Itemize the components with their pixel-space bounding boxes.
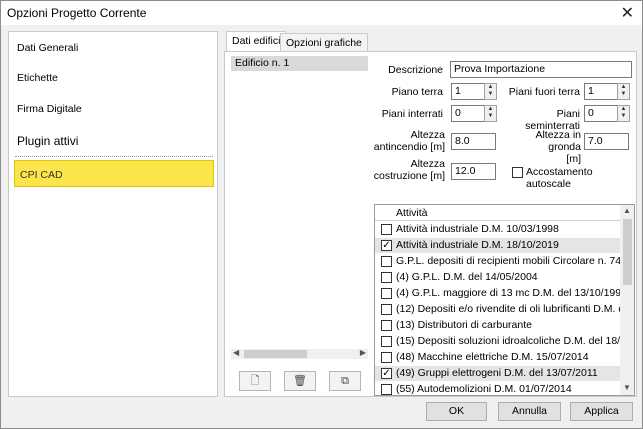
new-icon: 🗋 [250, 375, 260, 387]
attivita-checkbox[interactable] [381, 384, 392, 395]
title-bar: Opzioni Progetto Corrente ✕ [1, 1, 642, 25]
altezza-costruzione-label-line1: Altezza [410, 158, 445, 170]
tab-dati-edifici[interactable]: Dati edifici [226, 31, 287, 52]
scroll-thumb[interactable] [244, 350, 307, 358]
accostamento-label: Accostamento autoscale [526, 166, 593, 190]
attivita-header-label: Attività [396, 207, 428, 219]
window-title: Opzioni Progetto Corrente [7, 6, 147, 20]
sidebar-item-firma-digitale[interactable]: Firma Digitale [17, 103, 82, 115]
piani-fuori-terra-label: Piani fuori terra [508, 86, 580, 98]
altezza-costruzione-label: Altezza costruzione [m] [365, 158, 445, 182]
descrizione-label: Descrizione [388, 64, 443, 76]
altezza-gronda-label: Altezza in gronda [m] [501, 129, 581, 165]
attivita-row[interactable]: ✓ (49) Gruppi elettrogeni D.M. del 13/07/… [375, 366, 621, 381]
altezza-gronda-input[interactable]: 7.0 [584, 133, 629, 150]
piani-seminterrati-stepper[interactable]: ▲ ▼ [617, 105, 630, 122]
attivita-row[interactable]: (4) G.P.L. D.M. del 14/05/2004 [375, 270, 621, 285]
scroll-down-icon[interactable]: ▼ [623, 383, 631, 392]
duplicate-building-button[interactable]: ⧉ [329, 371, 361, 391]
duplicate-icon: ⧉ [341, 375, 349, 387]
scroll-up-icon[interactable]: ▲ [623, 206, 631, 215]
attivita-checkbox[interactable]: ✓ [381, 368, 392, 379]
apply-button[interactable]: Applica [570, 402, 633, 421]
attivita-label: (4) G.P.L. maggiore di 13 mc D.M. del 13… [396, 287, 621, 299]
altezza-antincendio-input[interactable]: 8.0 [451, 133, 496, 150]
piani-fuori-terra-stepper[interactable]: ▲ ▼ [617, 83, 630, 100]
altezza-antincendio-label-line1: Altezza [410, 129, 445, 141]
sidebar-item-dati-generali[interactable]: Dati Generali [17, 42, 78, 54]
piani-interrati-label: Piani interrati [381, 108, 443, 120]
attivita-header: Attività [375, 205, 621, 221]
attivita-label: (48) Macchine elettriche D.M. 15/07/2014 [396, 351, 589, 363]
attivita-row[interactable]: (55) Autodemolizioni D.M. 01/07/2014 [375, 382, 621, 395]
altezza-gronda-label-line2: [m] [566, 153, 581, 165]
sidebar: Dati Generali Etichette Firma Digitale P… [8, 31, 218, 397]
attivita-label: (49) Gruppi elettrogeni D.M. del 13/07/2… [396, 367, 598, 379]
piano-terra-label: Piano terra [391, 86, 443, 98]
tab-opzioni-grafiche[interactable]: Opzioni grafiche [280, 33, 368, 52]
piano-terra-input[interactable]: 1 [451, 83, 485, 100]
attivita-row[interactable]: (12) Depositi e/o rivendite di oli lubri… [375, 302, 621, 317]
building-item[interactable]: Edificio n. 1 [231, 56, 368, 71]
attivita-checkbox[interactable] [381, 352, 392, 363]
attivita-label: (15) Depositi soluzioni idroalcoliche D.… [396, 335, 621, 347]
attivita-label: G.P.L. depositi di recipienti mobili Cir… [396, 255, 621, 267]
attivita-label: Attività industriale D.M. 18/10/2019 [396, 239, 559, 251]
accostamento-checkbox[interactable] [512, 167, 523, 178]
delete-building-button[interactable]: 🗑 [284, 371, 316, 391]
scroll-left-icon[interactable]: ◀ [233, 348, 239, 357]
attivita-checkbox[interactable] [381, 272, 392, 283]
altezza-gronda-label-line1: Altezza in gronda [535, 129, 581, 153]
horizontal-scrollbar[interactable]: ◀ ▶ [231, 348, 368, 359]
attivita-row[interactable]: Attività industriale D.M. 10/03/1998 [375, 222, 621, 237]
attivita-row[interactable]: (48) Macchine elettriche D.M. 15/07/2014 [375, 350, 621, 365]
cancel-button[interactable]: Annulla [498, 402, 561, 421]
altezza-costruzione-label-line2: costruzione [m] [373, 170, 445, 182]
attivita-checkbox[interactable] [381, 320, 392, 331]
altezza-costruzione-input[interactable]: 12.0 [451, 163, 496, 180]
piani-seminterrati-input[interactable]: 0 [584, 105, 618, 122]
piani-interrati-input[interactable]: 0 [451, 105, 485, 122]
scroll-thumb[interactable] [623, 219, 632, 285]
piano-terra-stepper[interactable]: ▲ ▼ [484, 83, 497, 100]
attivita-checkbox[interactable] [381, 304, 392, 315]
attivita-checkbox[interactable]: ✓ [381, 240, 392, 251]
attivita-row[interactable]: (13) Distributori di carburante [375, 318, 621, 333]
ok-button[interactable]: OK [426, 402, 487, 421]
attivita-checkbox[interactable] [381, 288, 392, 299]
attivita-label: (12) Depositi e/o rivendite di oli lubri… [396, 303, 621, 315]
attivita-label: (55) Autodemolizioni D.M. 01/07/2014 [396, 383, 572, 395]
attivita-row[interactable]: G.P.L. depositi di recipienti mobili Cir… [375, 254, 621, 269]
attivita-row[interactable]: (15) Depositi soluzioni idroalcoliche D.… [375, 334, 621, 349]
attivita-list: Attività Attività industriale D.M. 10/03… [374, 204, 635, 396]
new-building-button[interactable]: 🗋 [239, 371, 271, 391]
options-dialog: Opzioni Progetto Corrente ✕ Dati General… [0, 0, 643, 429]
attivita-row[interactable]: (4) G.P.L. maggiore di 13 mc D.M. del 13… [375, 286, 621, 301]
tab-panel: Edificio n. 1 ◀ ▶ 🗋 🗑 ⧉ Descrizione Prov… [224, 51, 637, 397]
sidebar-item-etichette[interactable]: Etichette [17, 72, 58, 84]
building-list: Edificio n. 1 [231, 56, 368, 358]
plugins-heading: Plugin attivi [17, 134, 79, 148]
sidebar-divider [15, 156, 213, 157]
trash-icon: 🗑 [293, 375, 307, 387]
attivita-checkbox[interactable] [381, 224, 392, 235]
descrizione-input[interactable]: Prova Importazione [450, 61, 632, 78]
attivita-checkbox[interactable] [381, 336, 392, 347]
close-icon[interactable]: ✕ [621, 3, 634, 23]
vertical-scrollbar[interactable]: ▲ ▼ [620, 205, 634, 395]
sidebar-item-cpi-cad[interactable]: CPI CAD [14, 160, 214, 187]
piani-interrati-stepper[interactable]: ▲ ▼ [484, 105, 497, 122]
attivita-label: (13) Distributori di carburante [396, 319, 532, 331]
scroll-right-icon[interactable]: ▶ [360, 348, 366, 357]
altezza-antincendio-label-line2: antincendio [m] [373, 141, 445, 153]
attivita-checkbox[interactable] [381, 256, 392, 267]
altezza-antincendio-label: Altezza antincendio [m] [365, 129, 445, 153]
attivita-row[interactable]: ✓ Attività industriale D.M. 18/10/2019 [375, 238, 621, 253]
attivita-label: Attività industriale D.M. 10/03/1998 [396, 223, 559, 235]
piani-fuori-terra-input[interactable]: 1 [584, 83, 618, 100]
attivita-label: (4) G.P.L. D.M. del 14/05/2004 [396, 271, 538, 283]
